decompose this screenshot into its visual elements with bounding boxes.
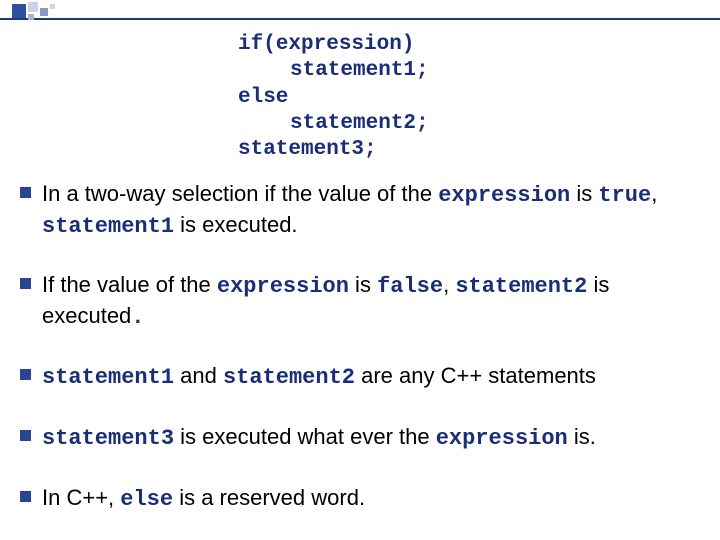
bullet-1-text-b: is	[570, 181, 598, 206]
bullet-square-icon	[20, 278, 31, 289]
bullet-item-1: In a two-way selection if the value of t…	[20, 180, 698, 241]
code-line-4: statement2;	[0, 111, 720, 137]
bullet-3-code-b: statement2	[223, 365, 355, 390]
bullet-1-code-c: statement1	[42, 214, 174, 239]
bullet-1-text-c: ,	[651, 181, 657, 206]
bullet-item-2: If the value of the expression is false,…	[20, 271, 698, 332]
bullet-square-icon	[20, 491, 31, 502]
bullet-square-icon	[20, 369, 31, 380]
bullet-1-text-a: In a two-way selection if the value of t…	[42, 181, 438, 206]
code-line-2: statement1;	[0, 58, 720, 84]
code-block: if(expression) statement1; else statemen…	[0, 32, 720, 163]
bullet-square-icon	[20, 430, 31, 441]
bullet-5-code-a: else	[120, 487, 173, 512]
bullet-list: In a two-way selection if the value of t…	[20, 180, 698, 514]
bullet-3-code-a: statement1	[42, 365, 174, 390]
bullet-2-code-c: statement2	[455, 274, 587, 299]
bullet-item-3: statement1 and statement2 are any C++ st…	[20, 362, 698, 393]
bullet-square-icon	[20, 187, 31, 198]
bullet-2-code-a: expression	[217, 274, 349, 299]
code-line-5: statement3;	[0, 137, 720, 163]
bullet-1-code-b: true	[598, 183, 651, 208]
code-line-1: if(expression)	[0, 32, 720, 58]
bullet-3-text-b: are any C++ statements	[355, 363, 596, 388]
bullet-1-code-a: expression	[438, 183, 570, 208]
bullet-4-code-a: statement3	[42, 426, 174, 451]
bullet-2-code-b: false	[377, 274, 443, 299]
bullet-5-text-b: is a reserved word.	[173, 485, 365, 510]
bullet-2-text-b: is	[349, 272, 377, 297]
bullet-1-text-d: is executed.	[174, 212, 298, 237]
bullet-4-text-a: is executed what ever the	[174, 424, 436, 449]
bullet-item-5: In C++, else is a reserved word.	[20, 484, 698, 515]
corner-decoration	[0, 0, 90, 20]
bullet-3-text-a: and	[174, 363, 223, 388]
header-divider	[0, 0, 720, 20]
bullet-4-text-b: is.	[568, 424, 596, 449]
bullet-5-text-a: In C++,	[42, 485, 120, 510]
bullet-2-text-c: ,	[443, 272, 455, 297]
code-line-3: else	[0, 85, 720, 111]
bullet-2-text-a: If the value of the	[42, 272, 217, 297]
bullet-2-code-d: .	[131, 305, 144, 330]
bullet-4-code-b: expression	[436, 426, 568, 451]
bullet-item-4: statement3 is executed what ever the exp…	[20, 423, 698, 454]
